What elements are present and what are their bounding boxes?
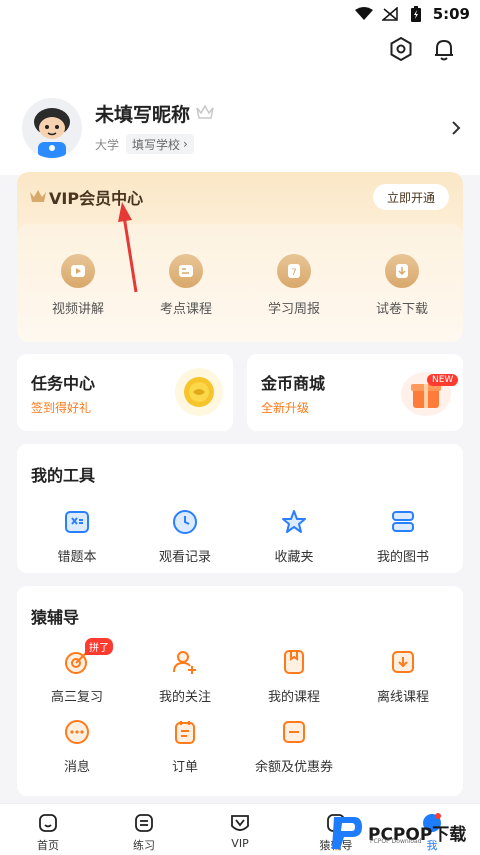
tutoring-label: 高三复习 bbox=[50, 690, 103, 705]
watermark: PCPOP下载 PCPOP Download bbox=[330, 812, 466, 852]
coupon-icon bbox=[278, 716, 310, 748]
vip-item-course[interactable]: 考点课程 bbox=[141, 254, 231, 317]
vip-title: VIP会员中心 bbox=[49, 189, 144, 208]
tool-watch-history[interactable]: 观看记录 bbox=[135, 506, 235, 565]
my-course-icon bbox=[278, 646, 310, 678]
vip-icon bbox=[229, 812, 251, 834]
nav-practice[interactable]: 练习 bbox=[109, 812, 179, 853]
coin-mall-card[interactable]: 金币商城 全新升级 NEW bbox=[247, 354, 463, 431]
user-add-icon bbox=[169, 646, 201, 678]
no-signal-icon bbox=[381, 6, 399, 22]
tutoring-review[interactable]: 拼了 高三复习 bbox=[27, 638, 127, 705]
vip-item-label: 考点课程 bbox=[159, 302, 212, 317]
school-placeholder: 填写学校 bbox=[132, 137, 181, 152]
tool-favorites[interactable]: 收藏夹 bbox=[244, 506, 344, 565]
status-time: 5:09 bbox=[432, 5, 470, 23]
my-tools-section: 我的工具 错题本 观看记录 收藏夹 我的图书 bbox=[17, 444, 463, 573]
practice-icon bbox=[133, 812, 155, 834]
task-center-title: 任务中心 bbox=[31, 374, 96, 393]
coin-mall-subtitle: 全新升级 bbox=[261, 401, 310, 415]
pinle-badge: 拼了 bbox=[85, 638, 113, 655]
calendar-7-icon: 7 bbox=[277, 254, 311, 288]
download-icon bbox=[385, 254, 419, 288]
coin-mall-title: 金币商城 bbox=[261, 374, 326, 393]
course-card-icon bbox=[169, 254, 203, 288]
vip-item-weekly[interactable]: 7 学习周报 bbox=[249, 254, 339, 317]
star-icon bbox=[278, 506, 310, 538]
battery-charging-icon bbox=[407, 6, 425, 22]
tutoring-balance-coupons[interactable]: 余额及优惠券 bbox=[244, 716, 344, 775]
vip-item-label: 试卷下载 bbox=[375, 302, 428, 317]
tool-label: 错题本 bbox=[57, 550, 97, 565]
watermark-logo-icon bbox=[332, 817, 362, 849]
crown-icon bbox=[196, 104, 214, 120]
vip-features: 视频讲解 考点课程 7 学习周报 试卷下载 bbox=[17, 224, 463, 342]
vip-item-label: 视频讲解 bbox=[51, 302, 104, 317]
tutoring-label: 我的课程 bbox=[267, 690, 320, 705]
nav-label: VIP bbox=[231, 837, 249, 850]
watermark-sub: PCPOP Download bbox=[370, 838, 422, 845]
vip-open-button[interactable]: 立即开通 bbox=[372, 184, 449, 210]
nav-label: 首页 bbox=[37, 839, 59, 852]
nav-home[interactable]: 首页 bbox=[13, 812, 83, 853]
tutoring-label: 离线课程 bbox=[376, 690, 429, 705]
message-icon bbox=[61, 716, 93, 748]
tutoring-section: 猿辅导 拼了 高三复习 我的关注 我的课程 离线课程 消息 订单 余额及优惠券 bbox=[17, 586, 463, 796]
order-icon bbox=[169, 716, 201, 748]
tutoring-messages[interactable]: 消息 bbox=[27, 716, 127, 775]
school-tag[interactable]: 填写学校 › bbox=[126, 134, 194, 154]
section-title: 我的工具 bbox=[31, 466, 96, 485]
chevron-right-icon: › bbox=[183, 137, 188, 151]
new-badge: NEW bbox=[427, 374, 459, 386]
coin-icon bbox=[175, 368, 223, 416]
settings-icon[interactable] bbox=[388, 36, 414, 62]
profile-chevron-right-icon[interactable] bbox=[450, 120, 462, 136]
tool-wrong-book[interactable]: 错题本 bbox=[27, 506, 127, 565]
tool-my-books[interactable]: 我的图书 bbox=[353, 506, 453, 565]
vip-crown-icon bbox=[29, 188, 47, 204]
bell-icon[interactable] bbox=[431, 36, 457, 62]
tutoring-my-courses[interactable]: 我的课程 bbox=[244, 646, 344, 705]
task-center-subtitle: 签到得好礼 bbox=[31, 401, 92, 415]
vip-card[interactable]: VIP会员中心 立即开通 视频讲解 考点课程 7 学习周报 试卷下载 bbox=[17, 172, 463, 342]
nav-label: 练习 bbox=[133, 839, 155, 852]
nav-vip[interactable]: VIP bbox=[205, 812, 275, 850]
tool-label: 观看记录 bbox=[158, 550, 211, 565]
tutoring-following[interactable]: 我的关注 bbox=[135, 646, 235, 705]
tutoring-orders[interactable]: 订单 bbox=[135, 716, 235, 775]
tutoring-label: 余额及优惠券 bbox=[254, 760, 333, 775]
offline-download-icon bbox=[387, 646, 419, 678]
status-bar: 5:09 bbox=[0, 0, 480, 28]
tutoring-offline[interactable]: 离线课程 bbox=[353, 646, 453, 705]
video-play-icon bbox=[61, 254, 95, 288]
tutoring-label: 我的关注 bbox=[158, 690, 211, 705]
tool-label: 我的图书 bbox=[376, 550, 429, 565]
avatar[interactable] bbox=[22, 98, 82, 158]
wifi-icon bbox=[354, 6, 373, 22]
vip-item-video[interactable]: 视频讲解 bbox=[33, 254, 123, 317]
tool-label: 收藏夹 bbox=[274, 550, 314, 565]
task-center-card[interactable]: 任务中心 签到得好礼 bbox=[17, 354, 233, 431]
tutoring-label: 消息 bbox=[63, 760, 90, 775]
section-title: 猿辅导 bbox=[31, 608, 80, 627]
home-icon bbox=[37, 812, 59, 834]
clock-icon bbox=[169, 506, 201, 538]
svg-text:7: 7 bbox=[291, 268, 297, 278]
nickname[interactable]: 未填写昵称 bbox=[95, 100, 190, 127]
books-icon bbox=[387, 506, 419, 538]
vip-item-label: 学习周报 bbox=[267, 302, 320, 317]
vip-item-download[interactable]: 试卷下载 bbox=[357, 254, 447, 317]
education-level: 大学 bbox=[95, 138, 120, 152]
tutoring-label: 订单 bbox=[171, 760, 198, 775]
wrong-book-icon bbox=[61, 506, 93, 538]
